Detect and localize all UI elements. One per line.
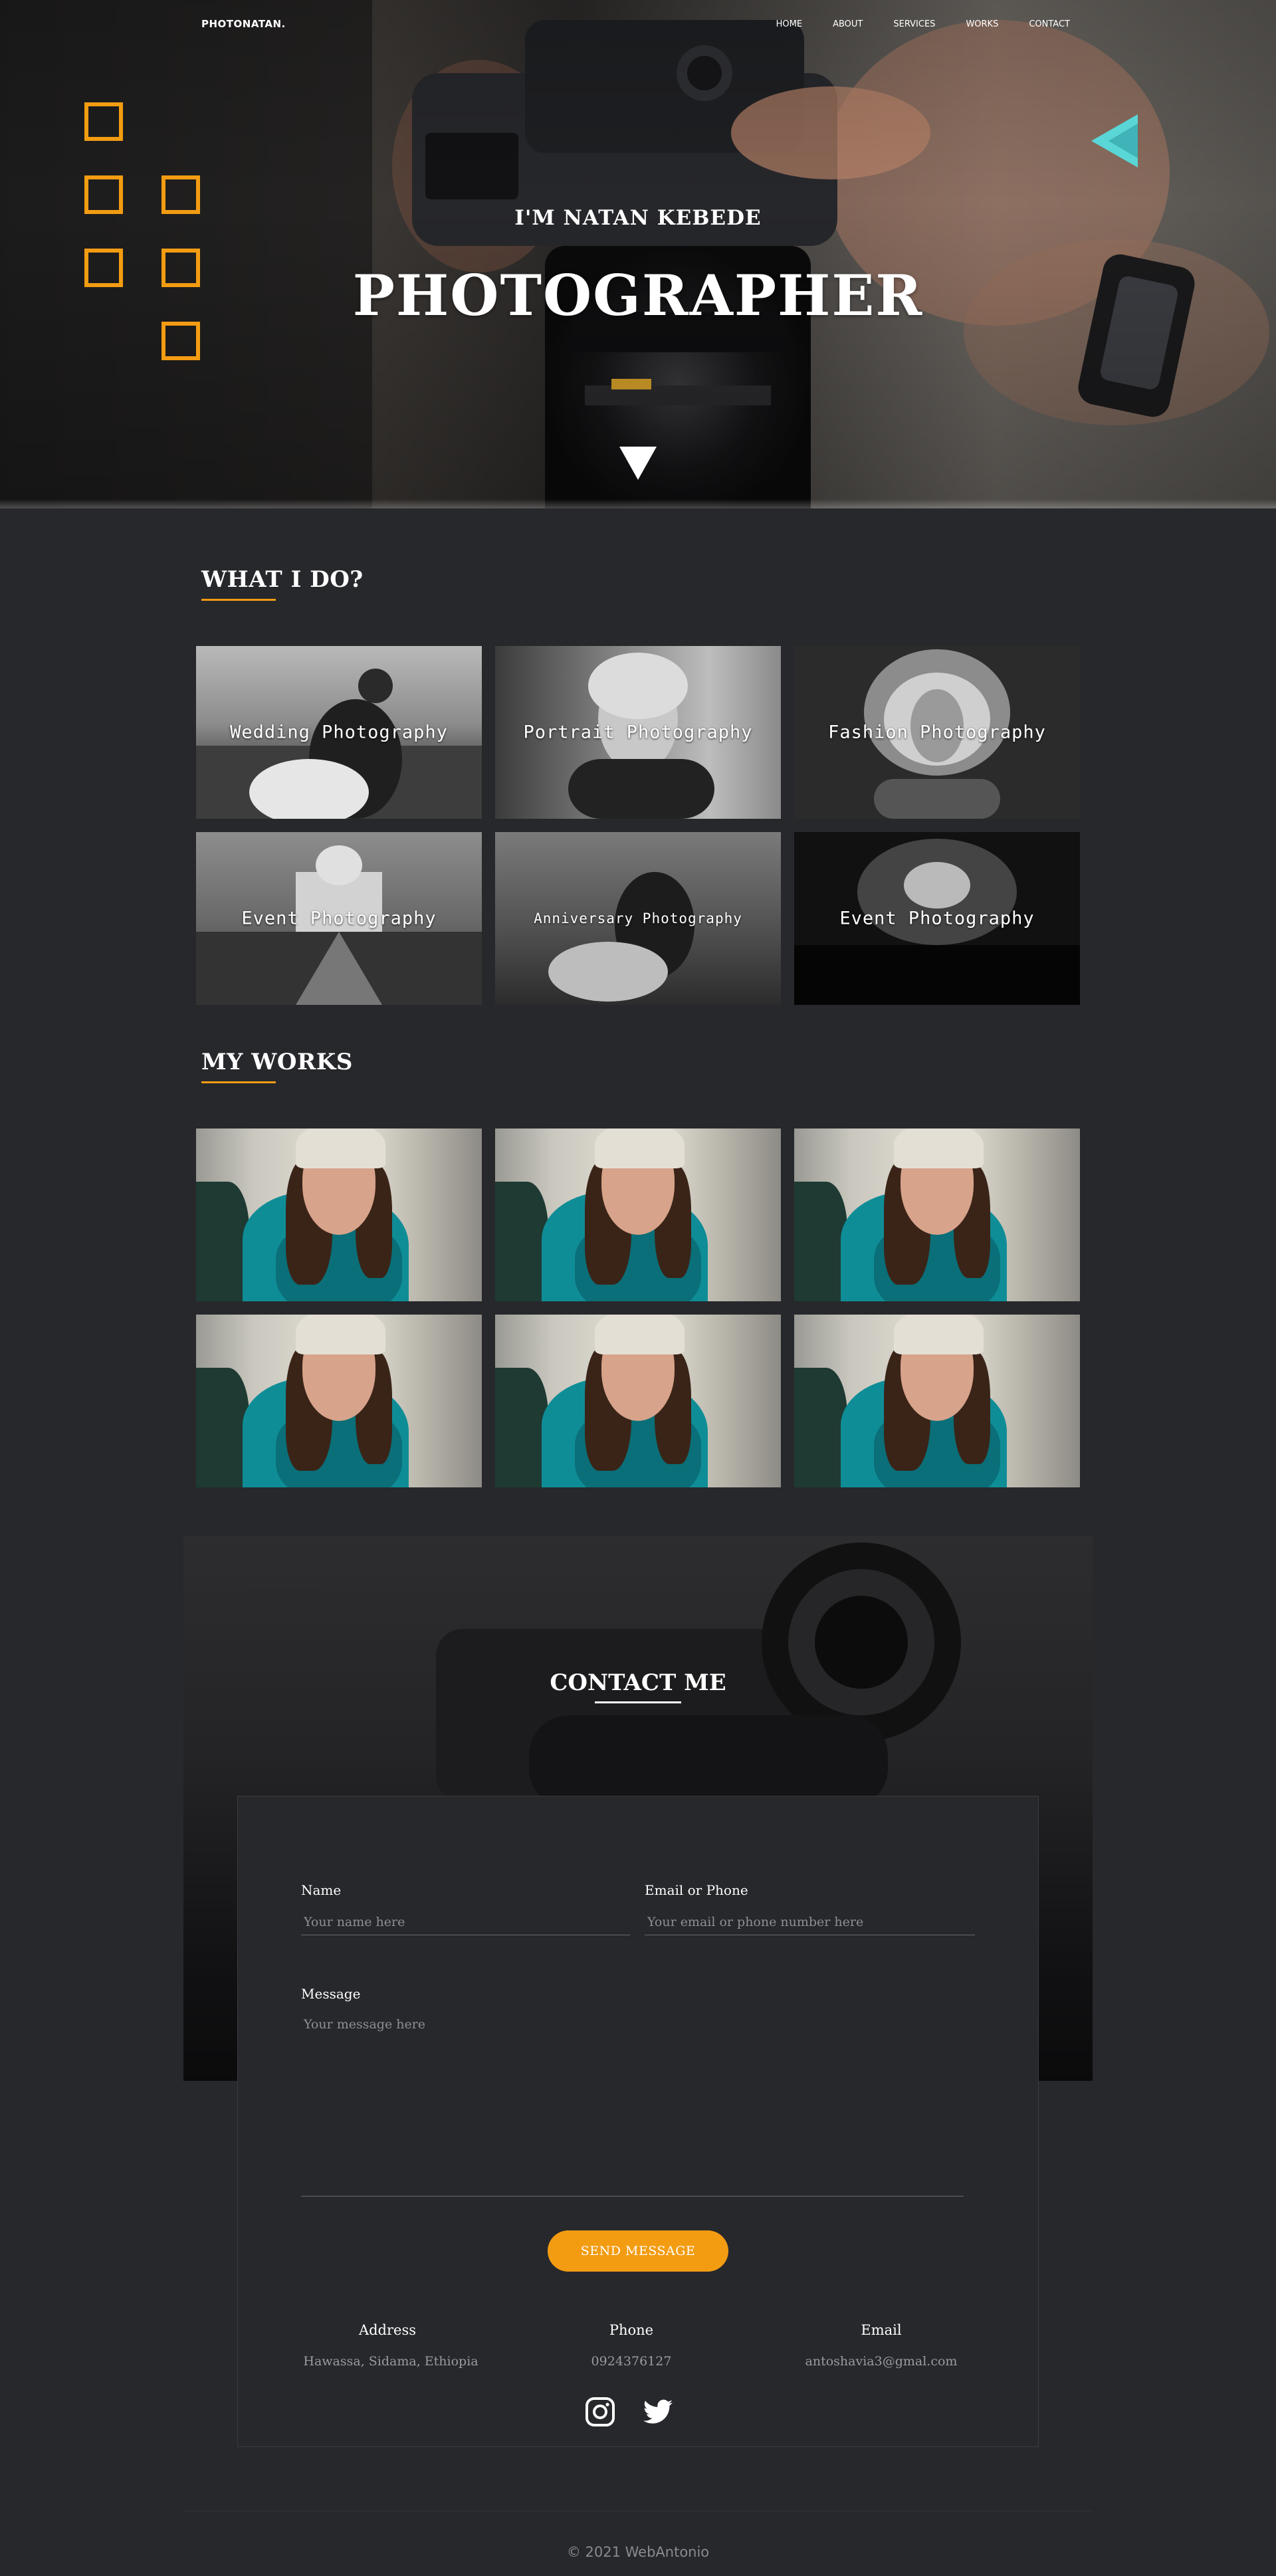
services-section-title: WHAT I DO? bbox=[201, 566, 364, 601]
service-tile-wedding[interactable]: Wedding Photography bbox=[196, 646, 482, 819]
work-item[interactable] bbox=[196, 1315, 482, 1487]
title-underline bbox=[595, 1701, 681, 1703]
top-navbar: PHOTONATAN. HOME ABOUT SERVICES WORKS CO… bbox=[0, 0, 1276, 49]
instagram-icon[interactable] bbox=[584, 2396, 616, 2428]
message-textarea[interactable] bbox=[301, 2010, 964, 2197]
hero-subtitle: I'M NATAN KEBEDE bbox=[514, 206, 762, 230]
title-underline bbox=[201, 599, 276, 601]
works-section-title: MY WORKS bbox=[201, 1049, 353, 1083]
phone-heading: Phone bbox=[609, 2322, 654, 2338]
service-label: Anniversary Photography bbox=[534, 911, 742, 926]
scroll-down-icon[interactable] bbox=[619, 447, 657, 480]
service-label: Wedding Photography bbox=[230, 722, 448, 743]
service-tile-event[interactable]: Event Photography bbox=[196, 832, 482, 1005]
name-input[interactable] bbox=[301, 1909, 630, 1935]
service-tile-fashion[interactable]: Fashion Photography bbox=[794, 646, 1080, 819]
teal-arrows-icon bbox=[1091, 114, 1138, 167]
nav-services-link[interactable]: SERVICES bbox=[893, 19, 935, 29]
name-label: Name bbox=[301, 1882, 342, 1898]
service-label: Event Photography bbox=[839, 908, 1035, 929]
nav-works-link[interactable]: WORKS bbox=[966, 19, 998, 29]
services-title-text: WHAT I DO? bbox=[201, 566, 364, 593]
service-label: Event Photography bbox=[241, 908, 437, 929]
work-item[interactable] bbox=[794, 1128, 1080, 1301]
nav-home-link[interactable]: HOME bbox=[776, 19, 802, 29]
contact-section-title: CONTACT ME bbox=[0, 1669, 1276, 1703]
title-underline bbox=[201, 1081, 276, 1083]
work-item[interactable] bbox=[495, 1128, 781, 1301]
nav-contact-link[interactable]: CONTACT bbox=[1029, 19, 1070, 29]
service-label: Fashion Photography bbox=[828, 722, 1046, 743]
service-tile-portrait[interactable]: Portrait Photography bbox=[495, 646, 781, 819]
email-heading: Email bbox=[861, 2322, 902, 2338]
work-item[interactable] bbox=[794, 1315, 1080, 1487]
nav-about-link[interactable]: ABOUT bbox=[833, 19, 863, 29]
email-field[interactable] bbox=[645, 1909, 975, 1935]
works-title-text: MY WORKS bbox=[201, 1049, 353, 1075]
service-tile-anniversary[interactable]: Anniversary Photography bbox=[495, 832, 781, 1005]
decor-square bbox=[84, 102, 123, 141]
email-label: Email or Phone bbox=[645, 1882, 748, 1898]
contact-title-text: CONTACT ME bbox=[550, 1669, 726, 1696]
message-label: Message bbox=[301, 1986, 361, 2002]
nav-menu: HOME ABOUT SERVICES WORKS CONTACT bbox=[776, 19, 1070, 29]
address-value: Hawassa, Sidama, Ethiopia bbox=[303, 2354, 478, 2369]
footer-divider bbox=[183, 2511, 1093, 2512]
phone-value: 0924376127 bbox=[591, 2354, 672, 2369]
hero-title: PHOTOGRAPHER bbox=[352, 263, 924, 328]
service-tile-event-2[interactable]: Event Photography bbox=[794, 832, 1080, 1005]
service-label: Portrait Photography bbox=[523, 722, 753, 743]
twitter-icon[interactable] bbox=[642, 2396, 674, 2428]
brand-logo[interactable]: PHOTONATAN. bbox=[201, 18, 286, 30]
footer-copyright: © 2021 WebAntonio bbox=[566, 2544, 710, 2560]
work-item[interactable] bbox=[196, 1128, 482, 1301]
address-heading: Address bbox=[358, 2322, 417, 2338]
send-message-button[interactable]: SEND MESSAGE bbox=[548, 2230, 728, 2272]
work-item[interactable] bbox=[495, 1315, 781, 1487]
email-value: antoshavia3@gmal.com bbox=[805, 2354, 958, 2369]
hero-section: PHOTONATAN. HOME ABOUT SERVICES WORKS CO… bbox=[0, 0, 1276, 508]
